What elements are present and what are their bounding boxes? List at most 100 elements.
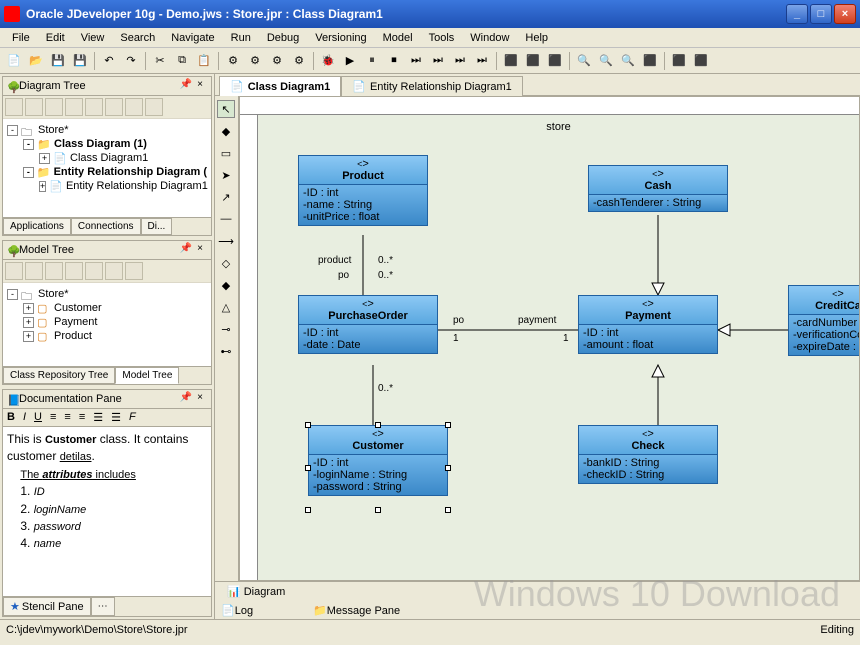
tab-more[interactable]: ⋯ xyxy=(91,597,115,616)
redo-icon[interactable]: ↷ xyxy=(121,51,141,71)
menu-help[interactable]: Help xyxy=(517,30,556,46)
tree-item[interactable]: +▢Product xyxy=(7,329,207,343)
palette-tool[interactable]: ▭ xyxy=(217,144,235,162)
tab-di[interactable]: Di... xyxy=(141,218,173,235)
tab-message[interactable]: 📁Message Pane xyxy=(313,604,400,617)
palette-tool[interactable]: ➤ xyxy=(217,166,235,184)
class-customer[interactable]: <>Customer-ID : int-loginName : String-p… xyxy=(308,425,448,496)
tab-applications[interactable]: Applications xyxy=(3,218,71,235)
tab-log[interactable]: 📄Log xyxy=(221,604,253,617)
tool-icon[interactable]: ⬛ xyxy=(691,51,711,71)
tab-class-repo[interactable]: Class Repository Tree xyxy=(3,367,115,384)
tree-item[interactable]: +▢Customer xyxy=(7,301,207,315)
tree-root[interactable]: -🗀Store* xyxy=(7,287,207,301)
tab-er-diagram[interactable]: 📄Entity Relationship Diagram1 xyxy=(341,76,523,96)
minimize-button[interactable]: _ xyxy=(786,4,808,24)
tree-item[interactable]: +▢Payment xyxy=(7,315,207,329)
menu-navigate[interactable]: Navigate xyxy=(163,30,222,46)
bold-button[interactable]: B xyxy=(5,411,17,424)
tool-icon[interactable]: ⬛ xyxy=(523,51,543,71)
pointer-tool-icon[interactable]: ↖ xyxy=(217,100,235,118)
tool-icon[interactable]: ⬛ xyxy=(501,51,521,71)
toolbar-btn[interactable] xyxy=(125,98,143,116)
diagram-tree[interactable]: -🗀Store* -📁Class Diagram (1) +📄Class Dia… xyxy=(3,119,211,217)
maximize-button[interactable]: □ xyxy=(810,4,832,24)
toolbar-btn[interactable] xyxy=(5,262,23,280)
save-all-icon[interactable]: 💾 xyxy=(70,51,90,71)
close-pane-icon[interactable]: × xyxy=(193,243,207,257)
step-icon[interactable]: ⏭ xyxy=(428,51,448,71)
zoom-in-icon[interactable]: 🔍 xyxy=(574,51,594,71)
close-pane-icon[interactable]: × xyxy=(193,79,207,93)
doc-content[interactable]: This is Customer class. It contains cust… xyxy=(3,427,211,596)
diagram-canvas[interactable]: store <>Product-ID : int-name : String-u… xyxy=(239,96,860,581)
toolbar-btn[interactable] xyxy=(25,262,43,280)
palette-tool[interactable]: ⊸ xyxy=(217,320,235,338)
toolbar-btn[interactable] xyxy=(45,262,63,280)
zoom-out-icon[interactable]: 🔍 xyxy=(596,51,616,71)
toolbar-btn[interactable] xyxy=(85,262,103,280)
tool-icon[interactable]: ⚙ xyxy=(267,51,287,71)
list-icon[interactable]: ☰ xyxy=(91,411,105,424)
tab-connections[interactable]: Connections xyxy=(71,218,141,235)
align-center-icon[interactable]: ≡ xyxy=(62,411,72,424)
tool-icon[interactable]: ⬛ xyxy=(545,51,565,71)
toolbar-btn[interactable] xyxy=(85,98,103,116)
menu-debug[interactable]: Debug xyxy=(259,30,307,46)
undo-icon[interactable]: ↶ xyxy=(99,51,119,71)
palette-tool[interactable]: ◆ xyxy=(217,276,235,294)
menu-edit[interactable]: Edit xyxy=(38,30,73,46)
run-icon[interactable]: ▶ xyxy=(340,51,360,71)
toolbar-btn[interactable] xyxy=(25,98,43,116)
tab-class-diagram[interactable]: 📄Class Diagram1 xyxy=(219,76,341,96)
tool-icon[interactable]: ⚙ xyxy=(223,51,243,71)
pin-icon[interactable]: 📌 xyxy=(179,392,193,406)
toolbar-btn[interactable] xyxy=(105,98,123,116)
stop-icon[interactable]: ⏹ xyxy=(384,51,404,71)
tab-model-tree[interactable]: Model Tree xyxy=(115,367,179,384)
cut-icon[interactable]: ✂ xyxy=(150,51,170,71)
class-cash[interactable]: <>Cash-cashTenderer : String xyxy=(588,165,728,212)
tree-item[interactable]: +📄Class Diagram1 xyxy=(7,151,207,165)
palette-tool[interactable]: ◇ xyxy=(217,254,235,272)
toolbar-btn[interactable] xyxy=(105,262,123,280)
font-button[interactable]: F xyxy=(127,411,138,424)
class-payment[interactable]: <>Payment-ID : int-amount : float xyxy=(578,295,718,354)
model-tree[interactable]: -🗀Store* +▢Customer +▢Payment +▢Product xyxy=(3,283,211,366)
italic-button[interactable]: I xyxy=(21,411,28,424)
tool-icon[interactable]: ⬛ xyxy=(669,51,689,71)
menu-window[interactable]: Window xyxy=(462,30,517,46)
menu-run[interactable]: Run xyxy=(223,30,259,46)
class-check[interactable]: <>Check-bankID : String-checkID : String xyxy=(578,425,718,484)
menu-model[interactable]: Model xyxy=(375,30,421,46)
palette-tool[interactable]: ↗ xyxy=(217,188,235,206)
class-creditcard[interactable]: <>CreditCa-cardNumber : -verificationCo-… xyxy=(788,285,860,356)
tool-icon[interactable]: ⚙ xyxy=(245,51,265,71)
toolbar-btn[interactable] xyxy=(45,98,63,116)
open-icon[interactable]: 📂 xyxy=(26,51,46,71)
toolbar-btn[interactable] xyxy=(125,262,143,280)
tab-stencil[interactable]: ★Stencil Pane xyxy=(3,597,91,616)
close-pane-icon[interactable]: × xyxy=(193,392,207,406)
tree-item[interactable]: -📁Entity Relationship Diagram ( xyxy=(7,165,207,179)
palette-tool[interactable]: ⟶ xyxy=(217,232,235,250)
palette-tool[interactable]: ◆ xyxy=(217,122,235,140)
copy-icon[interactable]: ⧉ xyxy=(172,51,192,71)
save-icon[interactable]: 💾 xyxy=(48,51,68,71)
palette-tool[interactable]: — xyxy=(217,210,235,228)
step-icon[interactable]: ⏭ xyxy=(450,51,470,71)
palette-tool[interactable]: ⊷ xyxy=(217,342,235,360)
tab-diagram[interactable]: 📊Diagram xyxy=(219,583,293,600)
tree-item[interactable]: -📁Class Diagram (1) xyxy=(7,137,207,151)
step-icon[interactable]: ⏭ xyxy=(406,51,426,71)
pin-icon[interactable]: 📌 xyxy=(179,79,193,93)
tree-root[interactable]: -🗀Store* xyxy=(7,123,207,137)
list-icon[interactable]: ☰ xyxy=(109,411,123,424)
pause-icon[interactable]: ⏸ xyxy=(362,51,382,71)
toolbar-btn[interactable] xyxy=(65,262,83,280)
class-product[interactable]: <>Product-ID : int-name : String-unitPri… xyxy=(298,155,428,226)
pin-icon[interactable]: 📌 xyxy=(179,243,193,257)
menu-file[interactable]: File xyxy=(4,30,38,46)
zoom-fit-icon[interactable]: 🔍 xyxy=(618,51,638,71)
paste-icon[interactable]: 📋 xyxy=(194,51,214,71)
